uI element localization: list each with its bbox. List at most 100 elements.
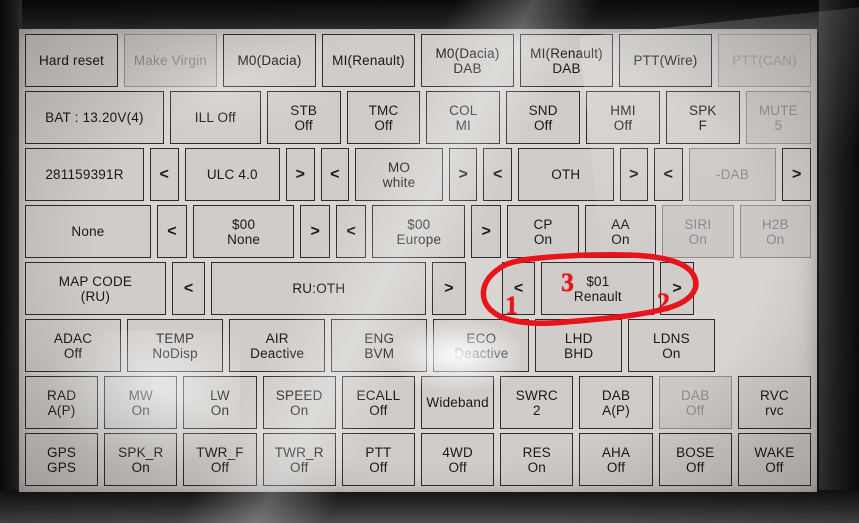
speed-button[interactable]: SPEED On	[262, 376, 336, 429]
none-display-line-1: None	[71, 224, 105, 239]
twr-r-button[interactable]: TWR_R Off	[262, 433, 336, 486]
mo-color-button[interactable]: MO white	[355, 148, 443, 201]
hard-reset-button[interactable]: Hard reset	[25, 34, 118, 87]
region-prev-button[interactable]: <	[336, 205, 367, 258]
gps-button[interactable]: GPS GPS	[25, 433, 99, 486]
m0-dacia-button[interactable]: M0(Dacia)	[223, 34, 316, 87]
make-virgin-button[interactable]: Make Virgin	[124, 34, 217, 87]
dab-off-button-line-2: Off	[686, 402, 705, 418]
twr-f-button[interactable]: TWR_F Off	[183, 433, 257, 486]
oth-next-button[interactable]: >	[619, 148, 649, 201]
swrc-button[interactable]: SWRC 2	[500, 376, 574, 429]
mo-prev-button-line-1: <	[330, 166, 340, 183]
mo-next-button[interactable]: >	[448, 148, 478, 201]
oth-prev-button[interactable]: <	[483, 148, 512, 201]
siri-button[interactable]: SIRI On	[662, 205, 734, 258]
ulc-version-button[interactable]: ULC 4.0	[184, 148, 281, 201]
spk-r-button-line-2: On	[131, 459, 151, 475]
lhd-button-line-1: LHD	[564, 330, 593, 346]
row-partnumber: 281159391R < ULC 4.0 > < MO white > < OTH > < -DAB >	[25, 148, 811, 201]
spk-r-button[interactable]: SPK_R On	[104, 433, 178, 486]
mute-button-line-1: MUTE	[758, 102, 798, 118]
stb-button[interactable]: STB Off	[266, 91, 341, 144]
adac-button[interactable]: ADAC Off	[25, 319, 122, 372]
bose-button[interactable]: BOSE Off	[658, 433, 732, 486]
code-value-button[interactable]: $00 None	[193, 205, 295, 258]
region-next-button[interactable]: >	[471, 205, 502, 258]
ill-button[interactable]: ILL Off	[169, 91, 261, 144]
temp-button-line-2: NoDisp	[152, 345, 198, 361]
ptt-wire-button[interactable]: PTT(Wire)	[619, 34, 712, 87]
ecall-button[interactable]: ECALL Off	[341, 376, 416, 429]
lcd-screen[interactable]: Hard reset Make Virgin M0(Dacia) MI(Renault…	[19, 29, 817, 492]
m0-dacia-dab-button[interactable]: M0(Dacia) DAB	[421, 34, 514, 87]
dab-prev-button[interactable]: <	[654, 148, 683, 201]
ldns-button[interactable]: LDNS On	[628, 319, 715, 372]
fourwd-button[interactable]: 4WD Off	[421, 433, 495, 486]
wideband-button[interactable]: Wideband	[421, 376, 495, 429]
gps-button-line-2: GPS	[47, 459, 77, 475]
snd-button-line-2: Off	[533, 117, 553, 133]
code-prev-button[interactable]: <	[156, 205, 188, 258]
col-button[interactable]: COL MI	[426, 91, 501, 144]
cp-button-line-2: On	[533, 231, 553, 247]
rvc-button[interactable]: RVC rvc	[737, 376, 812, 429]
dab-value-button[interactable]: -DAB	[688, 148, 777, 201]
lhd-button-line-2: BHD	[564, 345, 594, 361]
brand-value-button[interactable]: $01 Renault	[541, 262, 655, 315]
lhd-button[interactable]: LHD BHD	[535, 319, 623, 372]
ulc-prev-button[interactable]: <	[150, 148, 179, 201]
code-next-button[interactable]: >	[300, 205, 331, 258]
spk-button[interactable]: SPK F	[665, 91, 740, 144]
mi-renault-button[interactable]: MI(Renault)	[322, 34, 415, 87]
mi-renault-dab-button[interactable]: MI(Renault) DAB	[520, 34, 613, 87]
oth-value-button[interactable]: OTH	[518, 148, 614, 201]
h2b-button[interactable]: H2B On	[739, 205, 811, 258]
row-region: None < $00 None > < $00 Europe > CP On AA On SIRI On H2…	[25, 205, 811, 258]
m0-dacia-dab-button-line-2: DAB	[453, 60, 482, 76]
eco-button[interactable]: ECO Deactive	[433, 319, 530, 372]
code-prev-button-line-1: <	[167, 223, 177, 240]
tmc-button-line-2: Off	[374, 117, 393, 133]
map-value-button[interactable]: RU:OTH	[211, 262, 427, 315]
ulc-prev-button-line-1: <	[159, 166, 170, 183]
region-value-button[interactable]: $00 Europe	[372, 205, 466, 258]
dab-ap-button[interactable]: DAB A(P)	[579, 376, 653, 429]
bezel-top	[0, 0, 859, 32]
dab-next-button[interactable]: >	[782, 148, 811, 201]
dab-off-button[interactable]: DAB Off	[658, 376, 732, 429]
cp-button[interactable]: CP On	[507, 205, 579, 258]
tmc-button[interactable]: TMC Off	[346, 91, 421, 144]
code-next-button-line-1: >	[310, 223, 320, 240]
mw-button[interactable]: MW On	[104, 376, 178, 429]
eco-button-line-2: Deactive	[454, 345, 509, 361]
eng-bvm-button[interactable]: ENG BVM	[331, 319, 428, 372]
twr-r-button-line-2: Off	[290, 459, 309, 475]
make-virgin-button-line-1: Make Virgin	[133, 53, 208, 68]
air-button[interactable]: AIR Deactive	[229, 319, 326, 372]
ldns-button-line-1: LDNS	[652, 330, 690, 346]
ulc-next-button[interactable]: >	[286, 148, 315, 201]
res-button[interactable]: RES On	[500, 433, 574, 486]
temp-button[interactable]: TEMP NoDisp	[127, 319, 224, 372]
rad-button[interactable]: RAD A(P)	[25, 376, 99, 429]
spk-r-button-line-1: SPK_R	[118, 444, 164, 460]
hmi-button[interactable]: HMI Off	[586, 91, 660, 144]
row-features-b: RAD A(P) MW On LW On SPEED On ECALL Off Wideband SW…	[25, 376, 812, 429]
stb-button-line-2: Off	[294, 117, 313, 133]
ptt-button-line-2: Off	[369, 459, 388, 475]
mo-prev-button[interactable]: <	[320, 148, 350, 201]
mute-button[interactable]: MUTE 5	[745, 91, 811, 144]
eng-bvm-button-line-2: BVM	[364, 345, 395, 361]
snd-button[interactable]: SND Off	[506, 91, 581, 144]
wake-button[interactable]: WAKE Off	[737, 433, 812, 486]
map-next-button[interactable]: >	[432, 262, 466, 315]
h2b-button-line-2: On	[766, 231, 785, 247]
mo-color-button-line-1: MO	[387, 159, 411, 175]
ptt-button[interactable]: PTT Off	[341, 433, 416, 486]
ptt-can-button[interactable]: PTT(CAN)	[718, 34, 811, 87]
aa-button[interactable]: AA On	[584, 205, 657, 258]
lw-button[interactable]: LW On	[183, 376, 257, 429]
aha-button[interactable]: AHA Off	[579, 433, 653, 486]
map-prev-button[interactable]: <	[171, 262, 206, 315]
